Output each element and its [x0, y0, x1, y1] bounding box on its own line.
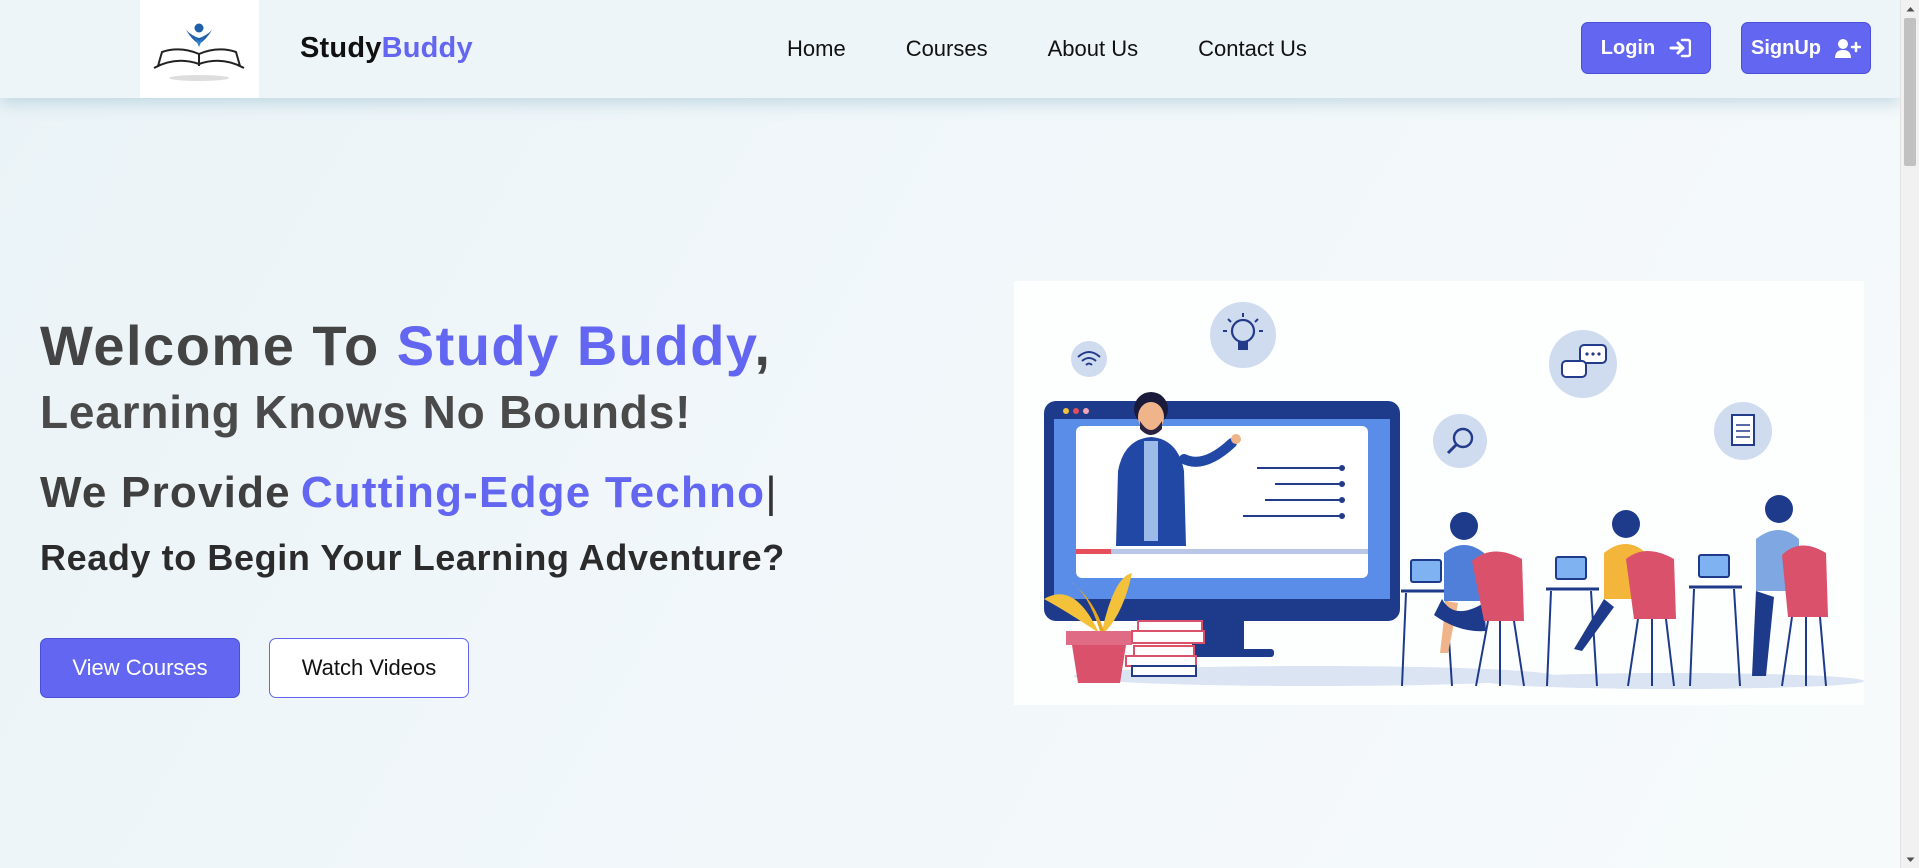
- magnifier-icon: [1433, 414, 1487, 468]
- hero-typed-text: Cutting-Edge Techno: [300, 468, 766, 517]
- typing-cursor: |: [765, 468, 778, 517]
- brand-name-part2: Buddy: [381, 32, 473, 64]
- student-3: [1689, 495, 1828, 687]
- student-2: [1546, 510, 1676, 687]
- nav-home-link[interactable]: Home: [787, 36, 846, 62]
- hero-question: Ready to Begin Your Learning Adventure?: [40, 537, 785, 578]
- page: StudyBuddy Home Courses About Us Contact…: [0, 0, 1900, 868]
- signup-button[interactable]: SignUp: [1741, 22, 1871, 74]
- hero-brand-name: Study Buddy: [396, 314, 755, 377]
- hero-tagline: Learning Knows No Bounds!: [40, 386, 692, 438]
- top-navbar: StudyBuddy Home Courses About Us Contact…: [0, 0, 1900, 98]
- brand-name[interactable]: StudyBuddy: [300, 32, 473, 65]
- scroll-down-arrow-icon[interactable]: [1901, 851, 1919, 868]
- login-arrow-icon: [1669, 38, 1692, 58]
- online-class-illustration: [1044, 302, 1864, 689]
- document-icon: [1714, 402, 1772, 460]
- hero-comma: ,: [754, 314, 772, 377]
- login-button-label: Login: [1600, 36, 1656, 59]
- signup-button-label: SignUp: [1751, 36, 1821, 59]
- hero-typing-line: We Provide Cutting-Edge Techno|: [40, 468, 778, 518]
- watch-videos-button[interactable]: Watch Videos: [269, 638, 469, 698]
- lightbulb-icon: [1210, 302, 1276, 368]
- brand-name-part1: Study: [300, 32, 382, 64]
- view-courses-button[interactable]: View Courses: [40, 638, 240, 698]
- hero-illustration: [1014, 281, 1864, 705]
- hero-heading: Welcome To Study Buddy,: [40, 313, 771, 378]
- open-book-logo-icon: [153, 23, 245, 81]
- student-1: [1401, 512, 1525, 687]
- login-button[interactable]: Login: [1581, 22, 1711, 74]
- hero-welcome-text: Welcome To: [40, 314, 397, 377]
- vertical-scrollbar[interactable]: [1900, 0, 1919, 868]
- hero-provide-prefix: We Provide: [40, 468, 291, 517]
- main-nav: Home Courses About Us Contact Us: [787, 36, 1307, 62]
- scroll-up-arrow-icon[interactable]: [1901, 0, 1919, 17]
- nav-courses-link[interactable]: Courses: [906, 36, 988, 62]
- wifi-icon: [1071, 341, 1107, 377]
- logo[interactable]: [140, 0, 259, 98]
- scrollbar-thumb[interactable]: [1904, 18, 1916, 166]
- chat-bubbles-icon: [1549, 330, 1617, 398]
- user-plus-icon: [1835, 39, 1861, 58]
- nav-about-us-link[interactable]: About Us: [1048, 36, 1139, 62]
- nav-contact-us-link[interactable]: Contact Us: [1198, 36, 1307, 62]
